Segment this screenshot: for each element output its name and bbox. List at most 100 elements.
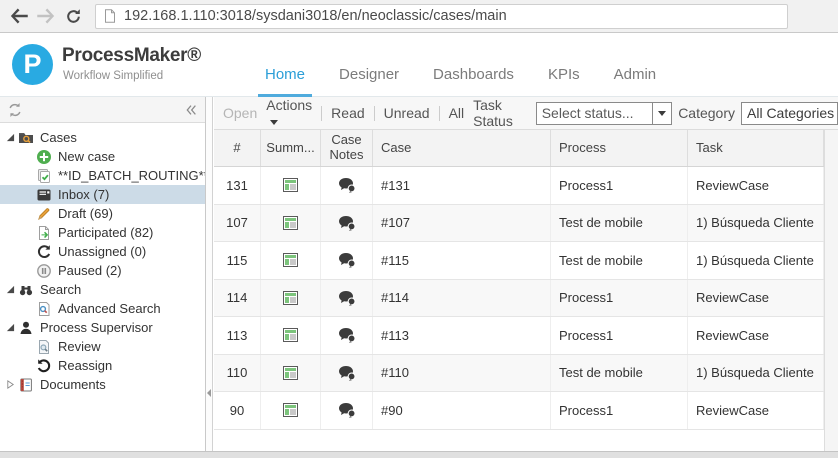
summary-icon[interactable] (283, 178, 298, 192)
category-value: All Categories (747, 105, 834, 121)
column-header-1[interactable]: Summ... (261, 130, 321, 166)
column-header-2[interactable]: Case Notes (321, 130, 373, 166)
status-dropdown-button[interactable] (652, 103, 671, 124)
summary-icon[interactable] (283, 366, 298, 380)
sidebar-item-label: Reassign (58, 358, 112, 373)
task-status-label: Task Status (473, 97, 530, 129)
sidebar-item-unassigned[interactable]: Unassigned (0) (0, 242, 205, 261)
summary-icon[interactable] (283, 253, 298, 267)
table-row[interactable]: 114#114Process1ReviewCase (214, 280, 838, 318)
sidebar-item-label: Process Supervisor (40, 320, 153, 335)
nav-tab-admin[interactable]: Admin (607, 66, 664, 97)
sidebar-item-label: New case (58, 149, 115, 164)
table-row[interactable]: 110#110Test de mobile1) Búsqueda Cliente (214, 355, 838, 393)
all-button[interactable]: All (449, 105, 465, 121)
column-header-5[interactable]: Task (688, 130, 824, 166)
tree-expanded-icon[interactable] (3, 323, 18, 332)
nav-tab-home[interactable]: Home (258, 66, 312, 97)
task-status-select[interactable]: Select status... (536, 102, 672, 125)
cell-case-notes (321, 317, 373, 354)
app-header: P ProcessMaker® Workflow Simplified Home… (0, 34, 838, 97)
tree-expanded-icon[interactable] (3, 133, 18, 142)
column-header-0[interactable]: # (214, 130, 261, 166)
summary-icon[interactable] (283, 216, 298, 230)
case-notes-icon[interactable] (338, 215, 356, 231)
actions-button[interactable]: Actions (266, 97, 312, 129)
cell-case[interactable]: #131 (373, 167, 551, 204)
binoculars-icon (18, 282, 34, 298)
refresh-icon[interactable] (7, 102, 23, 118)
table-row[interactable]: 115#115Test de mobile1) Búsqueda Cliente (214, 242, 838, 280)
cell-case[interactable]: #113 (373, 317, 551, 354)
case-notes-icon[interactable] (338, 327, 356, 343)
cell-case[interactable]: #110 (373, 355, 551, 392)
cell-process: Process1 (551, 317, 688, 354)
case-notes-icon[interactable] (338, 252, 356, 268)
table-row[interactable]: 113#113Process1ReviewCase (214, 317, 838, 355)
cell-case[interactable]: #115 (373, 242, 551, 279)
case-notes-icon[interactable] (338, 402, 356, 418)
open-button[interactable]: Open (223, 105, 257, 121)
page-icon (104, 9, 116, 23)
category-select[interactable]: All Categories (741, 102, 838, 125)
toolbar-divider (439, 106, 440, 121)
unread-button[interactable]: Unread (384, 105, 430, 121)
splitter-collapse-handle[interactable] (207, 389, 211, 397)
sidebar-item-draft[interactable]: Draft (69) (0, 204, 205, 223)
category-label: Category (678, 105, 735, 121)
sidebar: Cases New case **ID_BATCH_ROUTING** (0) Inb… (0, 97, 206, 451)
sidebar-item-label: **ID_BATCH_ROUTING** (0) (58, 168, 206, 183)
inbox-icon (36, 187, 52, 203)
browser-forward-icon[interactable] (36, 6, 56, 26)
summary-icon[interactable] (283, 291, 298, 305)
case-notes-icon[interactable] (338, 177, 356, 193)
cell-number: 107 (214, 205, 261, 242)
grid-header: #Summ...Case NotesCaseProcessTask (214, 130, 838, 167)
nav-tab-kpis[interactable]: KPIs (541, 66, 587, 97)
sidebar-item-documents[interactable]: Documents (0, 375, 205, 394)
case-notes-icon[interactable] (338, 365, 356, 381)
sidebar-item-process-supervisor[interactable]: Process Supervisor (0, 318, 205, 337)
sidebar-item-paused[interactable]: Paused (2) (0, 261, 205, 280)
sidebar-item-reassign[interactable]: Reassign (0, 356, 205, 375)
scrollbar-track[interactable] (824, 130, 838, 451)
table-row[interactable]: 131#131Process1ReviewCase (214, 167, 838, 205)
address-bar[interactable]: 192.168.1.110:3018/sysdani3018/en/neocla… (95, 4, 788, 29)
sidebar-item-inbox[interactable]: Inbox (7) (0, 185, 205, 204)
cell-case[interactable]: #90 (373, 392, 551, 429)
panel-splitter[interactable] (206, 97, 213, 451)
case-notes-icon[interactable] (338, 290, 356, 306)
tree-collapsed-icon[interactable] (3, 380, 18, 389)
cell-summary (261, 317, 321, 354)
chevron-down-icon (270, 120, 278, 125)
sidebar-item-search[interactable]: Search (0, 280, 205, 299)
column-header-3[interactable]: Case (373, 130, 551, 166)
cell-case[interactable]: #107 (373, 205, 551, 242)
sidebar-item-advanced-search[interactable]: Advanced Search (0, 299, 205, 318)
collapse-sidebar-icon[interactable] (184, 103, 198, 117)
cell-task: ReviewCase (688, 167, 824, 204)
cell-summary (261, 392, 321, 429)
summary-icon[interactable] (283, 403, 298, 417)
browser-chrome: 192.168.1.110:3018/sysdani3018/en/neocla… (0, 0, 838, 33)
tree-expanded-icon[interactable] (3, 285, 18, 294)
browser-back-icon[interactable] (9, 6, 29, 26)
nav-tab-dashboards[interactable]: Dashboards (426, 66, 521, 97)
sidebar-item-new-case[interactable]: New case (0, 147, 205, 166)
cell-case-notes (321, 205, 373, 242)
column-header-4[interactable]: Process (551, 130, 688, 166)
read-button[interactable]: Read (331, 105, 364, 121)
sidebar-item-review[interactable]: Review (0, 337, 205, 356)
table-row[interactable]: 107#107Test de mobile1) Búsqueda Cliente (214, 205, 838, 243)
sidebar-item-id-batch-routing[interactable]: **ID_BATCH_ROUTING** (0) (0, 166, 205, 185)
cell-case[interactable]: #114 (373, 280, 551, 317)
sidebar-item-participated[interactable]: Participated (82) (0, 223, 205, 242)
toolbar-divider (374, 106, 375, 121)
nav-tab-designer[interactable]: Designer (332, 66, 406, 97)
folder-search-icon (18, 130, 34, 146)
sidebar-item-cases[interactable]: Cases (0, 128, 205, 147)
sidebar-item-label: Participated (82) (58, 225, 153, 240)
summary-icon[interactable] (283, 328, 298, 342)
table-row[interactable]: 90#90Process1ReviewCase (214, 392, 838, 430)
browser-reload-icon[interactable] (65, 8, 82, 25)
